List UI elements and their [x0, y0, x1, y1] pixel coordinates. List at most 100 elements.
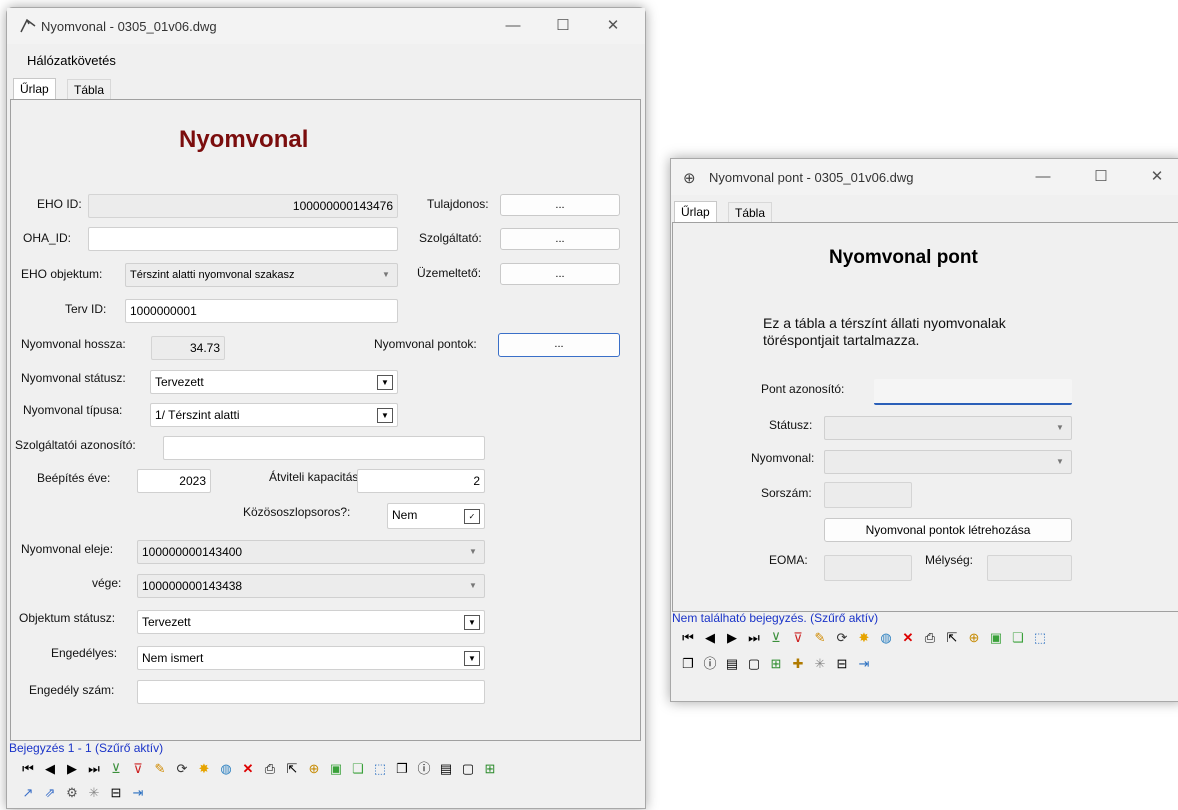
exit-icon[interactable]: ⇥: [853, 653, 875, 673]
chevron-down-icon[interactable]: ▼: [377, 408, 393, 423]
eho-id-field[interactable]: 100000000143476: [88, 194, 398, 218]
green-stack-icon[interactable]: ❏: [1007, 627, 1029, 647]
uzemelteto-button[interactable]: ...: [500, 263, 620, 285]
select-box-icon[interactable]: ⬚: [369, 758, 391, 778]
next-record-icon[interactable]: ▶: [721, 627, 743, 647]
chevron-down-icon[interactable]: ▼: [464, 651, 480, 666]
chevron-down-icon[interactable]: ▼: [377, 375, 393, 390]
tab-urlap[interactable]: Űrlap: [13, 78, 56, 99]
copy-icon[interactable]: ❐: [391, 758, 413, 778]
next-record-icon[interactable]: ▶: [61, 758, 83, 778]
title-bar[interactable]: Nyomvonal - 0305_01v06.dwg — ☐ ✕: [7, 8, 645, 44]
new-record-icon[interactable]: ✸: [853, 627, 875, 647]
edit-icon[interactable]: ✎: [149, 758, 171, 778]
network-icon[interactable]: ⚙: [61, 782, 83, 802]
terv-id-field[interactable]: 1000000001: [125, 299, 398, 323]
info-icon[interactable]: ⓘ: [413, 758, 435, 778]
first-record-icon[interactable]: ⏮: [677, 627, 699, 647]
chevron-down-icon[interactable]: ▼: [466, 579, 480, 592]
refresh-icon[interactable]: ⟳: [171, 758, 193, 778]
eoma-field[interactable]: [824, 555, 912, 581]
add-report-icon[interactable]: ⊞: [479, 758, 501, 778]
previous-record-icon[interactable]: ◀: [39, 758, 61, 778]
nyomvonal-eleje-dropdown[interactable]: 100000000143400 ▼: [137, 540, 485, 564]
maximize-icon[interactable]: ☐: [1081, 165, 1121, 189]
trace-icon[interactable]: ↗: [17, 782, 39, 802]
globe-icon[interactable]: ◍: [875, 627, 897, 647]
previous-record-icon[interactable]: ◀: [699, 627, 721, 647]
add-filter-icon[interactable]: ⊻: [105, 758, 127, 778]
atviteli-kapacitas-field[interactable]: 2: [357, 469, 485, 493]
green-box-icon[interactable]: ▣: [325, 758, 347, 778]
oha-id-field[interactable]: [88, 227, 398, 251]
green-box-icon[interactable]: ▣: [985, 627, 1007, 647]
tab-urlap-2[interactable]: Űrlap: [674, 201, 717, 222]
nyomvonal-dropdown[interactable]: ▼: [824, 450, 1072, 474]
pont-azonosito-field[interactable]: [874, 379, 1072, 405]
print-icon[interactable]: ⎙: [919, 627, 941, 647]
melyseg-field[interactable]: [987, 555, 1072, 581]
print-icon[interactable]: ⎙: [259, 758, 281, 778]
minimize-icon[interactable]: —: [493, 14, 533, 38]
remove-filter-icon[interactable]: ⊽: [787, 627, 809, 647]
chevron-down-icon[interactable]: ▼: [466, 545, 480, 558]
add-report-icon[interactable]: ⊞: [765, 653, 787, 673]
engedely-szam-field[interactable]: [137, 680, 485, 704]
tab-tabla[interactable]: Tábla: [67, 79, 112, 100]
nyomvonal-tipusa-dropdown[interactable]: 1/ Térszint alatti ▼: [150, 403, 398, 427]
globe-icon[interactable]: ◍: [215, 758, 237, 778]
tab-tabla-2[interactable]: Tábla: [728, 202, 773, 223]
statusz-dropdown[interactable]: ▼: [824, 416, 1072, 440]
eho-objektum-dropdown[interactable]: Térszint alatti nyomvonal szakasz ▼: [125, 263, 398, 287]
beepites-eve-field[interactable]: 2023: [137, 469, 211, 493]
document-icon[interactable]: ▢: [457, 758, 479, 778]
report-icon[interactable]: ▤: [721, 653, 743, 673]
trace-multi-icon[interactable]: ⇗: [39, 782, 61, 802]
delete-icon[interactable]: ✕: [897, 627, 919, 647]
info-icon[interactable]: ⓘ: [699, 653, 721, 673]
sparkle-icon[interactable]: ✳: [83, 782, 105, 802]
menu-halozatkovetes[interactable]: Hálózatkövetés: [27, 53, 116, 68]
checkmark-icon[interactable]: ✓: [464, 509, 480, 524]
select-cursor-icon[interactable]: ⇱: [941, 627, 963, 647]
table-edit-icon[interactable]: ⊟: [105, 782, 127, 802]
tulajdonos-button[interactable]: ...: [500, 194, 620, 216]
nyomvonal-pontok-button[interactable]: ...: [498, 333, 620, 357]
sparkle-icon[interactable]: ✳: [809, 653, 831, 673]
create-points-button[interactable]: Nyomvonal pontok létrehozása: [824, 518, 1072, 542]
szolgaltato-button[interactable]: ...: [500, 228, 620, 250]
add-filter-icon[interactable]: ⊻: [765, 627, 787, 647]
zoom-icon[interactable]: ⊕: [963, 627, 985, 647]
edit-icon[interactable]: ✎: [809, 627, 831, 647]
last-record-icon[interactable]: ⏭: [743, 627, 765, 647]
chevron-down-icon[interactable]: ▼: [1053, 455, 1067, 468]
close-icon[interactable]: ✕: [593, 14, 633, 38]
last-record-icon[interactable]: ⏭: [83, 758, 105, 778]
select-box-icon[interactable]: ⬚: [1029, 627, 1051, 647]
chevron-down-icon[interactable]: ▼: [464, 615, 480, 630]
szolgaltatoi-azonosito-field[interactable]: [163, 436, 485, 460]
exit-icon[interactable]: ⇥: [127, 782, 149, 802]
chevron-down-icon[interactable]: ▼: [1053, 421, 1067, 434]
green-stack-icon[interactable]: ❏: [347, 758, 369, 778]
maximize-icon[interactable]: ☐: [543, 14, 583, 38]
document-icon[interactable]: ▢: [743, 653, 765, 673]
refresh-icon[interactable]: ⟳: [831, 627, 853, 647]
select-cursor-icon[interactable]: ⇱: [281, 758, 303, 778]
zoom-icon[interactable]: ⊕: [303, 758, 325, 778]
copy-icon[interactable]: ❐: [677, 653, 699, 673]
objektum-statusz-dropdown[interactable]: Tervezett ▼: [137, 610, 485, 634]
first-record-icon[interactable]: ⏮: [17, 758, 39, 778]
remove-filter-icon[interactable]: ⊽: [127, 758, 149, 778]
new-item-icon[interactable]: ✚: [787, 653, 809, 673]
nyomvonal-statusz-dropdown[interactable]: Tervezett ▼: [150, 370, 398, 394]
engedelyes-dropdown[interactable]: Nem ismert ▼: [137, 646, 485, 670]
nyomvonal-vege-dropdown[interactable]: 100000000143438 ▼: [137, 574, 485, 598]
close-icon[interactable]: ✕: [1137, 165, 1177, 189]
table-edit-icon[interactable]: ⊟: [831, 653, 853, 673]
report-icon[interactable]: ▤: [435, 758, 457, 778]
minimize-icon[interactable]: —: [1023, 165, 1063, 189]
nyomvonal-hossza-field[interactable]: 34.73: [151, 336, 225, 360]
sorszam-field[interactable]: [824, 482, 912, 508]
chevron-down-icon[interactable]: ▼: [379, 268, 393, 281]
